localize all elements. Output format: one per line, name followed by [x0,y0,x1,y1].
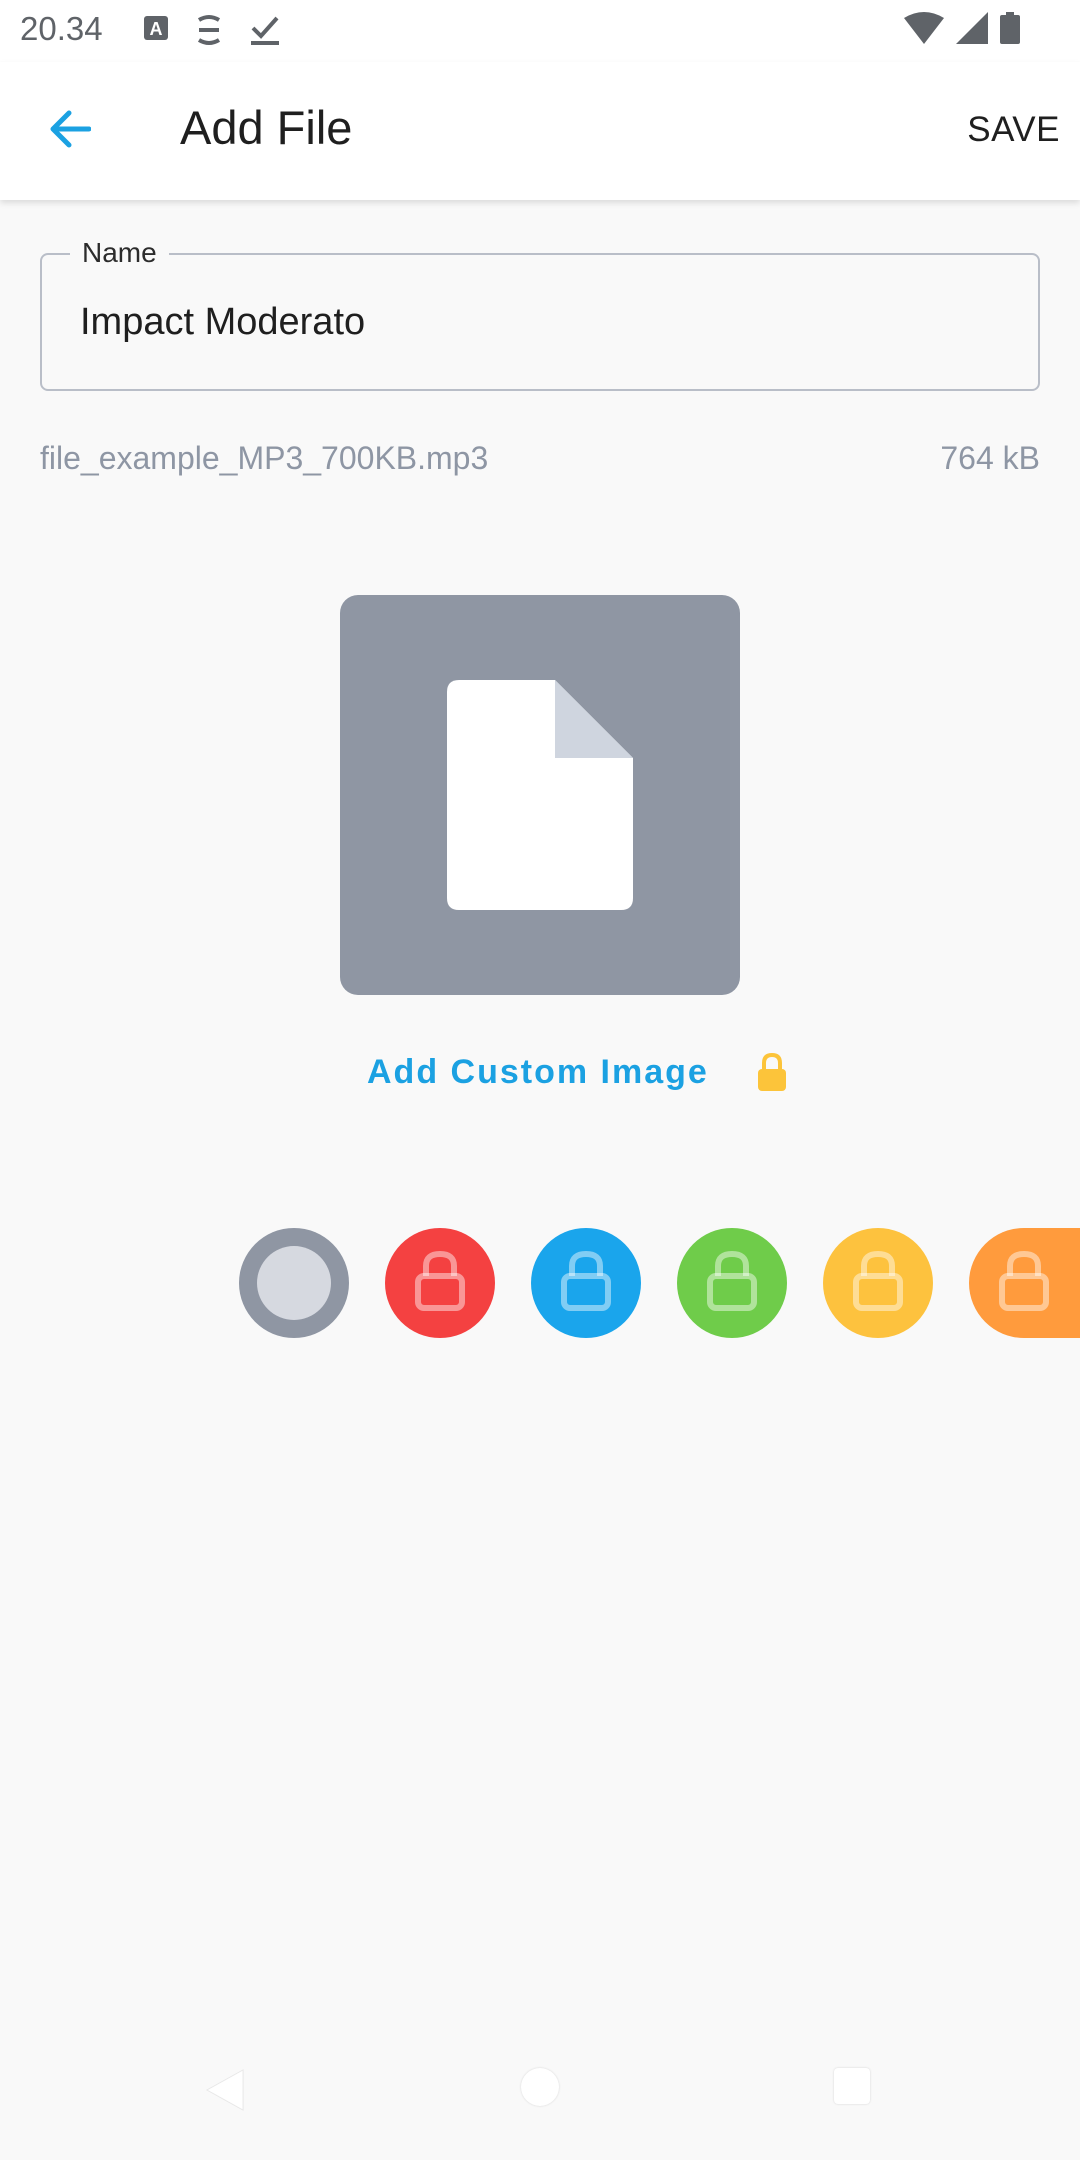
lock-icon [850,1250,906,1317]
lock-icon [704,1250,760,1317]
battery-icon [1000,12,1020,49]
signal-icon [956,12,988,49]
back-button[interactable] [36,98,102,164]
svg-text:A: A [150,19,163,39]
lock-icon [756,1052,788,1098]
download-check-icon [249,14,281,51]
color-swatch-blue[interactable] [531,1228,641,1338]
status-right-icons [904,12,1020,49]
name-field-value[interactable]: Impact Moderato [80,301,365,344]
selected-indicator [257,1246,331,1320]
nav-back-icon[interactable] [205,2068,245,2117]
lock-icon [558,1250,614,1317]
name-field[interactable]: Name Impact Moderato [40,237,1040,391]
keyboard-a-icon: A [143,14,169,47]
system-nav-bar [0,2050,1080,2160]
spellcheck-icon [195,14,223,51]
status-time: 20.34 [20,10,103,47]
app-bar: Add File SAVE [0,62,1080,200]
color-swatch-red[interactable] [385,1228,495,1338]
color-swatch-orange[interactable] [969,1228,1080,1338]
nav-recents-icon[interactable] [834,2068,870,2104]
color-swatch-gray[interactable] [239,1228,349,1338]
page-title: Add File [180,101,353,154]
nav-home-icon[interactable] [521,2068,559,2106]
color-swatch-yellow[interactable] [823,1228,933,1338]
lock-icon [996,1250,1052,1317]
wifi-icon [904,12,944,49]
status-bar: 20.34 A [0,0,1080,62]
file-thumbnail[interactable] [340,595,740,995]
add-file-screen: 20.34 A Add File SAVE Name Impact Modera… [0,0,1080,2160]
name-field-label: Name [70,237,169,269]
add-custom-image-button[interactable]: Add Custom Image [367,1053,709,1092]
color-swatch-green[interactable] [677,1228,787,1338]
lock-icon [412,1250,468,1317]
file-size: 764 kB [940,440,1040,476]
arrow-left-icon [47,109,92,154]
save-button[interactable]: SAVE [967,110,1060,150]
document-icon [447,680,633,915]
file-name: file_example_MP3_700KB.mp3 [40,440,489,476]
